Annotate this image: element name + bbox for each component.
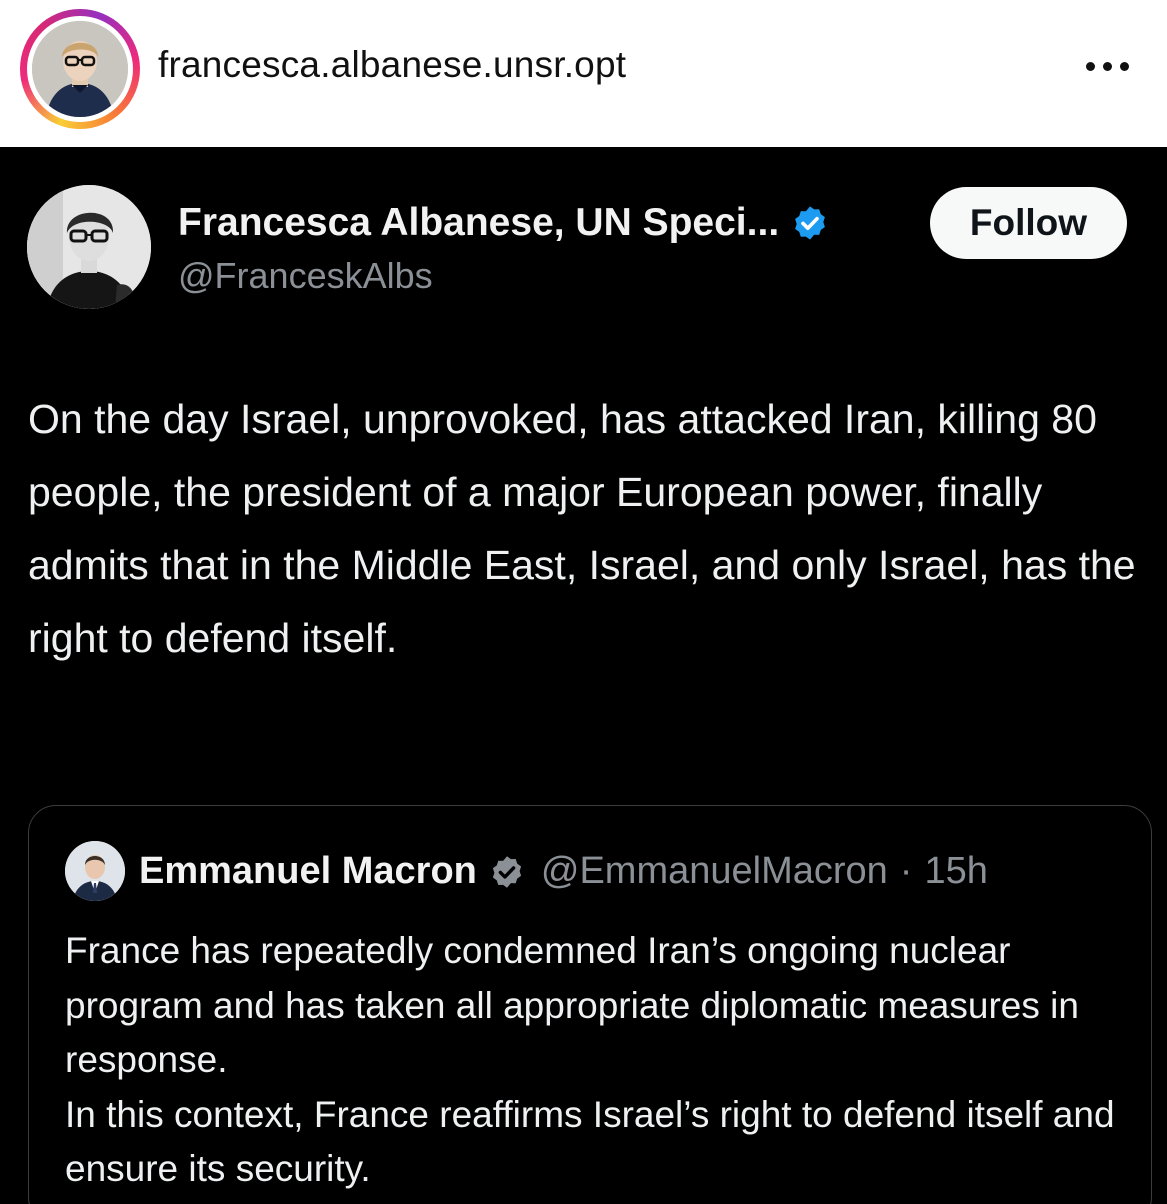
author-photo-illustration	[27, 185, 151, 309]
tweet-author-avatar[interactable]	[27, 185, 151, 309]
meta-separator: ·	[899, 850, 913, 892]
quoted-author-avatar[interactable]	[65, 841, 125, 901]
quoted-tweet[interactable]: Emmanuel Macron @EmmanuelMacron · 15h Fr…	[28, 805, 1152, 1204]
tweet-card: Francesca Albanese, UN Speci... @Frances…	[0, 147, 1167, 1204]
more-horizontal-icon[interactable]	[1086, 58, 1140, 74]
story-ring[interactable]	[20, 9, 140, 129]
follow-button[interactable]: Follow	[930, 187, 1127, 259]
quoted-author-handle[interactable]: @EmmanuelMacron	[541, 850, 888, 893]
dot	[1120, 61, 1129, 71]
profile-photo-illustration	[32, 21, 128, 117]
verified-badge-icon	[492, 855, 521, 888]
quoted-tweet-header: Emmanuel Macron @EmmanuelMacron · 15h	[139, 850, 988, 893]
dot	[1103, 61, 1112, 71]
quoted-author-photo-illustration	[65, 841, 125, 901]
tweet-author-handle[interactable]: @FranceskAlbs	[178, 255, 433, 297]
instagram-username[interactable]: francesca.albanese.unsr.opt	[158, 44, 626, 86]
instagram-avatar[interactable]	[32, 21, 128, 117]
quoted-tweet-time[interactable]: 15h	[924, 850, 987, 893]
tweet-text: On the day Israel, unprovoked, has attac…	[28, 396, 1136, 661]
verified-badge-icon	[795, 206, 826, 240]
tweet-author-name[interactable]: Francesca Albanese, UN Speci...	[178, 201, 779, 245]
screenshot-root: francesca.albanese.unsr.opt Francesca Al…	[0, 0, 1167, 1204]
dot	[1086, 61, 1095, 71]
instagram-post-header: francesca.albanese.unsr.opt	[0, 0, 1167, 147]
tweet-author-row: Francesca Albanese, UN Speci...	[178, 201, 829, 245]
quoted-author-name[interactable]: Emmanuel Macron	[139, 850, 477, 893]
quoted-tweet-text: France has repeatedly condemned Iran’s o…	[65, 930, 1115, 1189]
